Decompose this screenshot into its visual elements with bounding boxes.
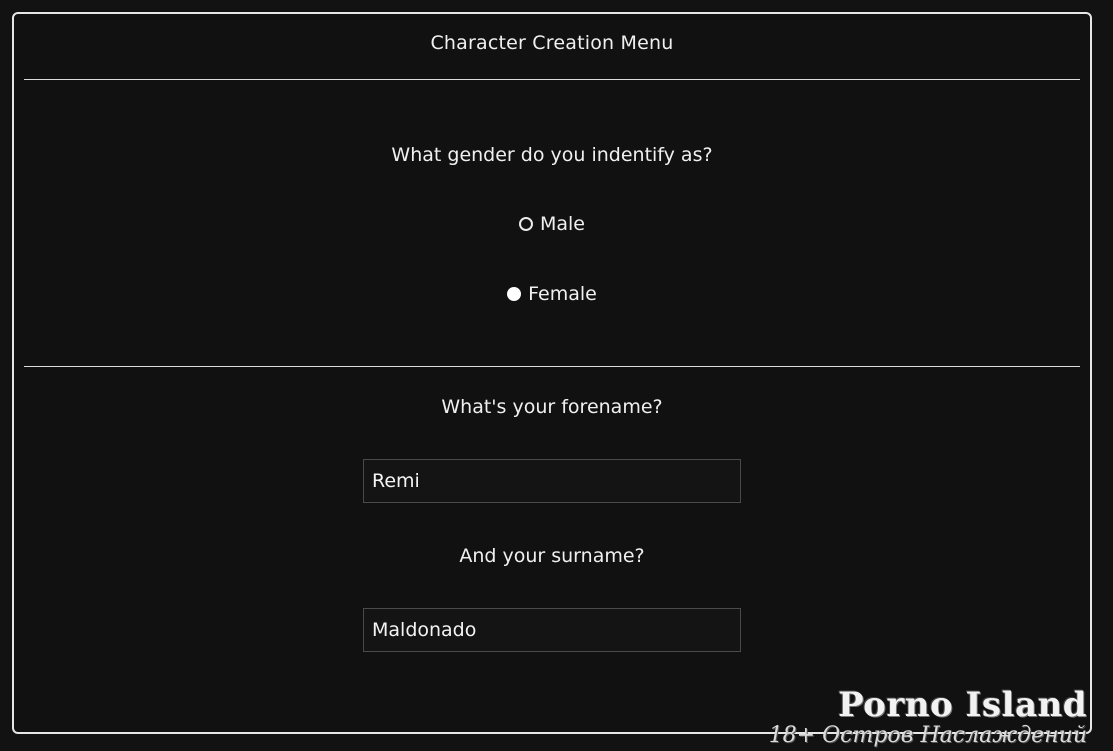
radio-unselected-icon[interactable] xyxy=(518,217,533,231)
surname-input[interactable] xyxy=(363,608,741,652)
character-creation-panel: Character Creation Menu What gender do y… xyxy=(12,12,1092,734)
surname-question: And your surname? xyxy=(459,545,645,567)
gender-option-label: Female xyxy=(528,283,597,305)
title-divider xyxy=(24,79,1080,80)
gender-question: What gender do you indentify as? xyxy=(391,144,713,166)
menu-title: Character Creation Menu xyxy=(430,32,674,54)
gender-option-label: Male xyxy=(539,213,585,235)
gender-option-male[interactable]: Male xyxy=(14,213,1090,235)
gender-option-female[interactable]: Female xyxy=(14,283,1090,305)
section-divider xyxy=(24,366,1080,367)
forename-input[interactable] xyxy=(363,459,741,503)
radio-selected-icon[interactable] xyxy=(507,287,522,301)
forename-question: What's your forename? xyxy=(441,396,663,418)
